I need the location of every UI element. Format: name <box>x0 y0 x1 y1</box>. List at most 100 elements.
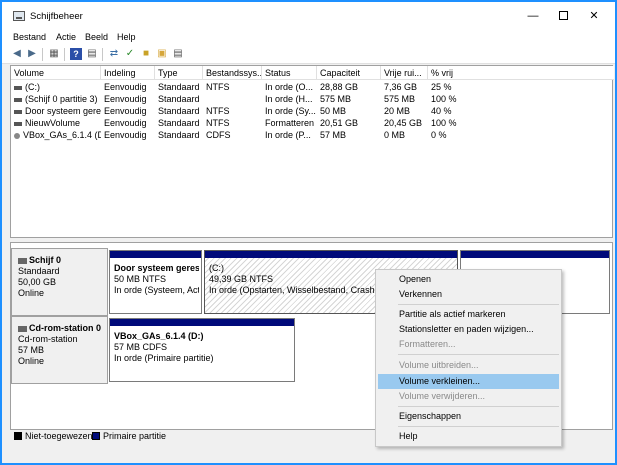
menu-item-mark-active[interactable]: Partitie als actief markeren <box>378 307 559 322</box>
menu-item-properties[interactable]: Eigenschappen <box>378 409 559 424</box>
window-frame: Schijfbeheer — ✕ Bestand Actie Beeld Hel… <box>0 0 617 465</box>
cell-volume: NieuwVolume <box>25 118 81 128</box>
cell-status: In orde (Sy... <box>265 106 316 116</box>
cdrom-icon <box>18 325 27 332</box>
properties-icon[interactable]: ▤ <box>172 48 184 60</box>
cell-vrije-ruimte: 7,36 GB <box>384 82 418 92</box>
column-header-type[interactable]: Type <box>155 66 203 80</box>
cell-bestandssysteem: NTFS <box>206 106 230 116</box>
disk-state: Online <box>18 288 45 298</box>
disk-type: Standaard <box>18 266 60 276</box>
partition-title: VBox_GAs_6.1.4 (D:) <box>114 331 204 341</box>
cell-capaciteit: 50 MB <box>320 106 347 116</box>
cell-volume: (C:) <box>25 82 40 92</box>
menu-bestand[interactable]: Bestand <box>13 32 46 42</box>
list-icon[interactable]: ▤ <box>86 48 98 60</box>
cell-status: In orde (H... <box>265 94 313 104</box>
volume-icon <box>14 97 22 102</box>
disk-name: Schijf 0 <box>29 255 62 265</box>
forward-icon[interactable]: ▶ <box>26 48 38 60</box>
menu-item-change-drive-letter[interactable]: Stationsletter en paden wijzigen... <box>378 322 559 337</box>
disk-name: Cd-rom-station 0 <box>29 323 101 333</box>
primary-partition-bar <box>110 319 294 326</box>
column-header-indeling[interactable]: Indeling <box>101 66 155 80</box>
cell-capaciteit: 57 MB <box>320 130 347 140</box>
cell-type: Standaard <box>158 130 200 140</box>
disk-0-label[interactable]: Schijf 0 Standaard 50,00 GB Online <box>11 248 108 316</box>
cell-capaciteit: 28,88 GB <box>320 82 359 92</box>
menu-separator <box>398 426 559 427</box>
grid-icon[interactable]: ▦ <box>48 48 60 60</box>
column-header-capaciteit[interactable]: Capaciteit <box>317 66 381 80</box>
maximize-button[interactable] <box>548 6 578 26</box>
cell-percent-vrij: 0 % <box>431 130 447 140</box>
menu-item-help[interactable]: Help <box>378 429 559 444</box>
cell-type: Standaard <box>158 106 200 116</box>
cell-type: Standaard <box>158 118 200 128</box>
cell-vrije-ruimte: 20,45 GB <box>384 118 423 128</box>
partition-size: 57 MB CDFS <box>114 342 168 352</box>
legend-primary: Primaire partitie <box>103 431 167 441</box>
volume-list: Volume Indeling Type Bestandssys... Stat… <box>10 65 614 238</box>
cell-vrije-ruimte: 20 MB <box>384 106 411 116</box>
cell-status: In orde (O... <box>265 82 314 92</box>
cell-bestandssysteem: NTFS <box>206 82 230 92</box>
window-title: Schijfbeheer <box>30 11 83 22</box>
menu-beeld[interactable]: Beeld <box>85 32 108 42</box>
column-header-percent-vrij[interactable]: % vrij <box>428 66 614 80</box>
menu-actie[interactable]: Actie <box>56 32 76 42</box>
cell-capaciteit: 575 MB <box>320 94 352 104</box>
menu-item-explore[interactable]: Verkennen <box>378 287 559 302</box>
toolbar-separator <box>102 48 103 61</box>
menu-item-shrink-volume[interactable]: Volume verkleinen... <box>378 374 559 389</box>
partition-system-reserved[interactable]: Door systeem gerese 50 MB NTFS In orde (… <box>109 250 202 314</box>
unallocated-swatch <box>14 432 22 440</box>
close-button[interactable]: ✕ <box>579 6 609 26</box>
disk-size: 57 MB <box>18 345 45 355</box>
menu-help[interactable]: Help <box>117 32 136 42</box>
cell-percent-vrij: 25 % <box>431 82 452 92</box>
cell-indeling: Eenvoudig <box>104 94 147 104</box>
menu-item-open[interactable]: Openen <box>378 272 559 287</box>
toolbar: ◀ ▶ ▦ ? ▤ ⇄ ✓ ■ ▣ ▤ <box>2 45 615 64</box>
cell-volume: VBox_GAs_6.1.4 (D:) <box>23 130 101 140</box>
cell-bestandssysteem <box>203 93 262 105</box>
legend-unallocated: Niet-toegewezen <box>25 431 93 441</box>
cell-capaciteit: 20,51 GB <box>320 118 359 128</box>
partition-vbox-d[interactable]: VBox_GAs_6.1.4 (D:) 57 MB CDFS In orde (… <box>109 318 295 382</box>
column-header-volume[interactable]: Volume <box>11 66 101 80</box>
document-icon[interactable]: ■ <box>140 48 152 60</box>
disk-type: Cd-rom-station <box>18 334 78 344</box>
partition-title: Door systeem gerese <box>114 263 199 273</box>
cell-percent-vrij: 40 % <box>431 106 452 116</box>
folder-icon[interactable]: ▣ <box>156 48 168 60</box>
primary-partition-bar <box>461 251 609 258</box>
partition-status: In orde (Systeem, Actie <box>114 285 199 295</box>
cell-status: In orde (P... <box>265 130 311 140</box>
cdrom-0-label[interactable]: Cd-rom-station 0 Cd-rom-station 57 MB On… <box>11 316 108 384</box>
cell-indeling: Eenvoudig <box>104 130 147 140</box>
cell-type: Standaard <box>158 82 200 92</box>
column-header-bestandssysteem[interactable]: Bestandssys... <box>203 66 262 80</box>
disk-management-icon <box>13 11 25 21</box>
menu-item-delete-volume[interactable]: Volume verwijderen... <box>378 389 559 404</box>
primary-partition-bar <box>110 251 201 258</box>
menu-item-extend-volume[interactable]: Volume uitbreiden... <box>378 358 559 373</box>
minimize-button[interactable]: — <box>518 6 548 26</box>
menu-item-format[interactable]: Formatteren... <box>378 337 559 352</box>
toolbar-separator <box>64 48 65 61</box>
primary-swatch <box>92 432 100 440</box>
cell-status: Formatteren <box>265 118 315 128</box>
disk-icon <box>18 257 27 264</box>
cell-bestandssysteem: CDFS <box>206 130 231 140</box>
column-header-status[interactable]: Status <box>262 66 317 80</box>
column-header-vrije-ruimte[interactable]: Vrije rui... <box>381 66 428 80</box>
volume-icon <box>14 121 22 126</box>
help-icon[interactable]: ? <box>70 48 82 60</box>
cell-type: Standaard <box>158 94 200 104</box>
check-icon[interactable]: ✓ <box>124 48 136 60</box>
connect-icon[interactable]: ⇄ <box>108 48 120 60</box>
cell-bestandssysteem: NTFS <box>206 118 230 128</box>
cell-vrije-ruimte: 0 MB <box>384 130 406 140</box>
back-icon[interactable]: ◀ <box>11 48 23 60</box>
